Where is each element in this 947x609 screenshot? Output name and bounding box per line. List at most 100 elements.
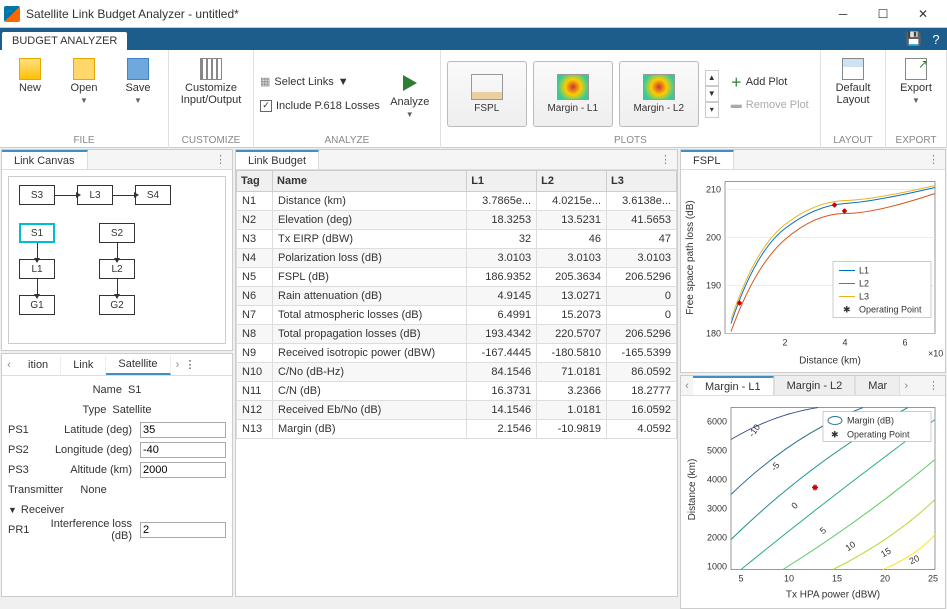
node-s3[interactable]: S3 bbox=[19, 185, 55, 205]
col-l3[interactable]: L3 bbox=[607, 171, 677, 192]
table-row[interactable]: N8Total propagation losses (dB)193.43422… bbox=[237, 325, 677, 344]
table-row[interactable]: N12Received Eb/No (dB)14.15461.018116.05… bbox=[237, 401, 677, 420]
table-row[interactable]: N9Received isotropic power (dBW)-167.444… bbox=[237, 344, 677, 363]
props-scroll-right[interactable]: › bbox=[171, 359, 185, 371]
analyze-label: Analyze bbox=[390, 96, 429, 108]
plot-margin-l1-label: Margin - L1 bbox=[547, 103, 598, 114]
panel-menu-icon[interactable]: ⋮ bbox=[209, 153, 232, 166]
plot-gallery-scroll[interactable]: ▲▼▾ bbox=[705, 61, 719, 127]
type-value: Satellite bbox=[112, 404, 151, 416]
ribbon-tab-budget-analyzer[interactable]: BUDGET ANALYZER bbox=[2, 32, 127, 50]
table-row[interactable]: N5FSPL (dB)186.9352205.3634206.5296 bbox=[237, 268, 677, 287]
default-layout-label: Default Layout bbox=[827, 82, 879, 106]
table-row[interactable]: N11C/N (dB)16.37313.236618.2777 bbox=[237, 382, 677, 401]
props-menu-icon[interactable]: ⋮ bbox=[185, 358, 196, 371]
export-label: Export bbox=[900, 82, 932, 94]
remove-plot-button[interactable]: ▬Remove Plot bbox=[731, 95, 809, 115]
node-l3[interactable]: L3 bbox=[77, 185, 113, 205]
group-file-label: FILE bbox=[6, 133, 162, 148]
workspace: Link Canvas ⋮ S3 L3 S4 S1 S2 L1 L2 G1 G2 bbox=[0, 148, 947, 598]
props-tab-satellite[interactable]: Satellite bbox=[106, 355, 170, 375]
link-budget-tab[interactable]: Link Budget bbox=[236, 150, 319, 170]
table-row[interactable]: N3Tx EIRP (dBW)324647 bbox=[237, 230, 677, 249]
link-diagram[interactable]: S3 L3 S4 S1 S2 L1 L2 G1 G2 bbox=[8, 176, 226, 344]
margin-l2-tab[interactable]: Margin - L2 bbox=[774, 376, 856, 396]
plot-margin-l2-thumb-icon bbox=[643, 74, 675, 100]
svg-text:190: 190 bbox=[706, 281, 721, 291]
svg-text:5000: 5000 bbox=[707, 446, 727, 456]
longitude-input[interactable] bbox=[140, 442, 226, 458]
table-row[interactable]: N2Elevation (deg)18.325313.523141.5653 bbox=[237, 211, 677, 230]
export-button[interactable]: ↗Export▼ bbox=[892, 54, 940, 105]
margin-l3-tab[interactable]: Mar bbox=[855, 376, 900, 396]
help-icon[interactable]: ? bbox=[925, 28, 947, 50]
props-tab-link[interactable]: Link bbox=[61, 356, 106, 374]
budget-menu-icon[interactable]: ⋮ bbox=[654, 153, 677, 166]
col-l2[interactable]: L2 bbox=[537, 171, 607, 192]
default-layout-button[interactable]: Default Layout bbox=[827, 54, 879, 106]
link-canvas-tab[interactable]: Link Canvas bbox=[2, 150, 88, 170]
plot-fspl-thumb-icon bbox=[471, 74, 503, 100]
maximize-button[interactable]: ☐ bbox=[863, 0, 903, 28]
name-value: S1 bbox=[128, 384, 141, 396]
col-l1[interactable]: L1 bbox=[467, 171, 537, 192]
group-plots-label: PLOTS bbox=[447, 133, 814, 148]
table-row[interactable]: N6Rain attenuation (dB)4.914513.02710 bbox=[237, 287, 677, 306]
margin-chart[interactable]: 1000 2000 3000 4000 5000 6000 5 10 15 20… bbox=[681, 396, 945, 608]
minimize-button[interactable]: ─ bbox=[823, 0, 863, 28]
node-s4[interactable]: S4 bbox=[135, 185, 171, 205]
node-s2[interactable]: S2 bbox=[99, 223, 135, 243]
props-scroll-left[interactable]: ‹ bbox=[2, 359, 16, 371]
svg-text:2000: 2000 bbox=[707, 533, 727, 543]
new-button[interactable]: New bbox=[6, 54, 54, 94]
analyze-button[interactable]: Analyze▼ bbox=[386, 68, 434, 119]
fspl-tab[interactable]: FSPL bbox=[681, 150, 734, 170]
plot-margin-l1-button[interactable]: Margin - L1 bbox=[533, 61, 613, 127]
svg-text:2: 2 bbox=[782, 338, 787, 348]
svg-text:✱: ✱ bbox=[831, 430, 839, 440]
props-tab-position[interactable]: ition bbox=[16, 356, 61, 374]
select-links-dropdown[interactable]: ▦Select Links▼ bbox=[260, 72, 380, 92]
table-row[interactable]: N7Total atmospheric losses (dB)6.499115.… bbox=[237, 306, 677, 325]
intloss-input[interactable] bbox=[140, 522, 226, 538]
table-row[interactable]: N13Margin (dB)2.1546-10.98194.0592 bbox=[237, 420, 677, 439]
include-p618-checkbox[interactable]: ✓Include P.618 Losses bbox=[260, 96, 380, 116]
add-plot-button[interactable]: ＋Add Plot bbox=[731, 72, 809, 92]
svg-text:210: 210 bbox=[706, 185, 721, 195]
plot-margin-l2-button[interactable]: Margin - L2 bbox=[619, 61, 699, 127]
plot-fspl-label: FSPL bbox=[474, 103, 499, 114]
plot-fspl-button[interactable]: FSPL bbox=[447, 61, 527, 127]
col-name[interactable]: Name bbox=[273, 171, 467, 192]
save-icon[interactable]: 💾 bbox=[903, 28, 925, 50]
customize-io-button[interactable]: Customize Input/Output bbox=[175, 54, 247, 106]
altitude-label: Altitude (km) bbox=[36, 464, 136, 476]
app-icon bbox=[4, 6, 20, 22]
svg-text:L2: L2 bbox=[859, 279, 869, 289]
margin-menu-icon[interactable]: ⋮ bbox=[922, 379, 945, 392]
svg-text:Operating Point: Operating Point bbox=[847, 430, 910, 440]
col-tag[interactable]: Tag bbox=[237, 171, 273, 192]
svg-text:L1: L1 bbox=[859, 266, 869, 276]
receiver-expand-icon[interactable]: ▼ bbox=[8, 505, 17, 515]
node-s1[interactable]: S1 bbox=[19, 223, 55, 243]
ps2-label: PS2 bbox=[8, 444, 32, 456]
link-budget-table[interactable]: Tag Name L1 L2 L3 N1Distance (km)3.7865e… bbox=[236, 170, 677, 439]
altitude-input[interactable] bbox=[140, 462, 226, 478]
close-button[interactable]: ✕ bbox=[903, 0, 943, 28]
title-bar: Satellite Link Budget Analyzer - untitle… bbox=[0, 0, 947, 28]
latitude-input[interactable] bbox=[140, 422, 226, 438]
receiver-label: Receiver bbox=[21, 504, 64, 516]
table-row[interactable]: N1Distance (km)3.7865e...4.0215e...3.613… bbox=[237, 192, 677, 211]
fspl-chart[interactable]: 180 190 200 210 2 4 6 ×10^4 bbox=[681, 170, 945, 372]
svg-text:5: 5 bbox=[738, 574, 743, 584]
save-button[interactable]: Save▼ bbox=[114, 54, 162, 105]
margin-tabs-left[interactable]: ‹ bbox=[681, 380, 693, 392]
open-button[interactable]: Open▼ bbox=[60, 54, 108, 105]
table-row[interactable]: N10C/No (dB-Hz)84.154671.018186.0592 bbox=[237, 363, 677, 382]
fspl-menu-icon[interactable]: ⋮ bbox=[922, 153, 945, 166]
margin-tabs-right[interactable]: › bbox=[900, 380, 912, 392]
svg-text:1000: 1000 bbox=[707, 562, 727, 572]
type-label: Type bbox=[83, 404, 107, 416]
margin-l1-tab[interactable]: Margin - L1 bbox=[693, 376, 774, 396]
table-row[interactable]: N4Polarization loss (dB)3.01033.01033.01… bbox=[237, 249, 677, 268]
